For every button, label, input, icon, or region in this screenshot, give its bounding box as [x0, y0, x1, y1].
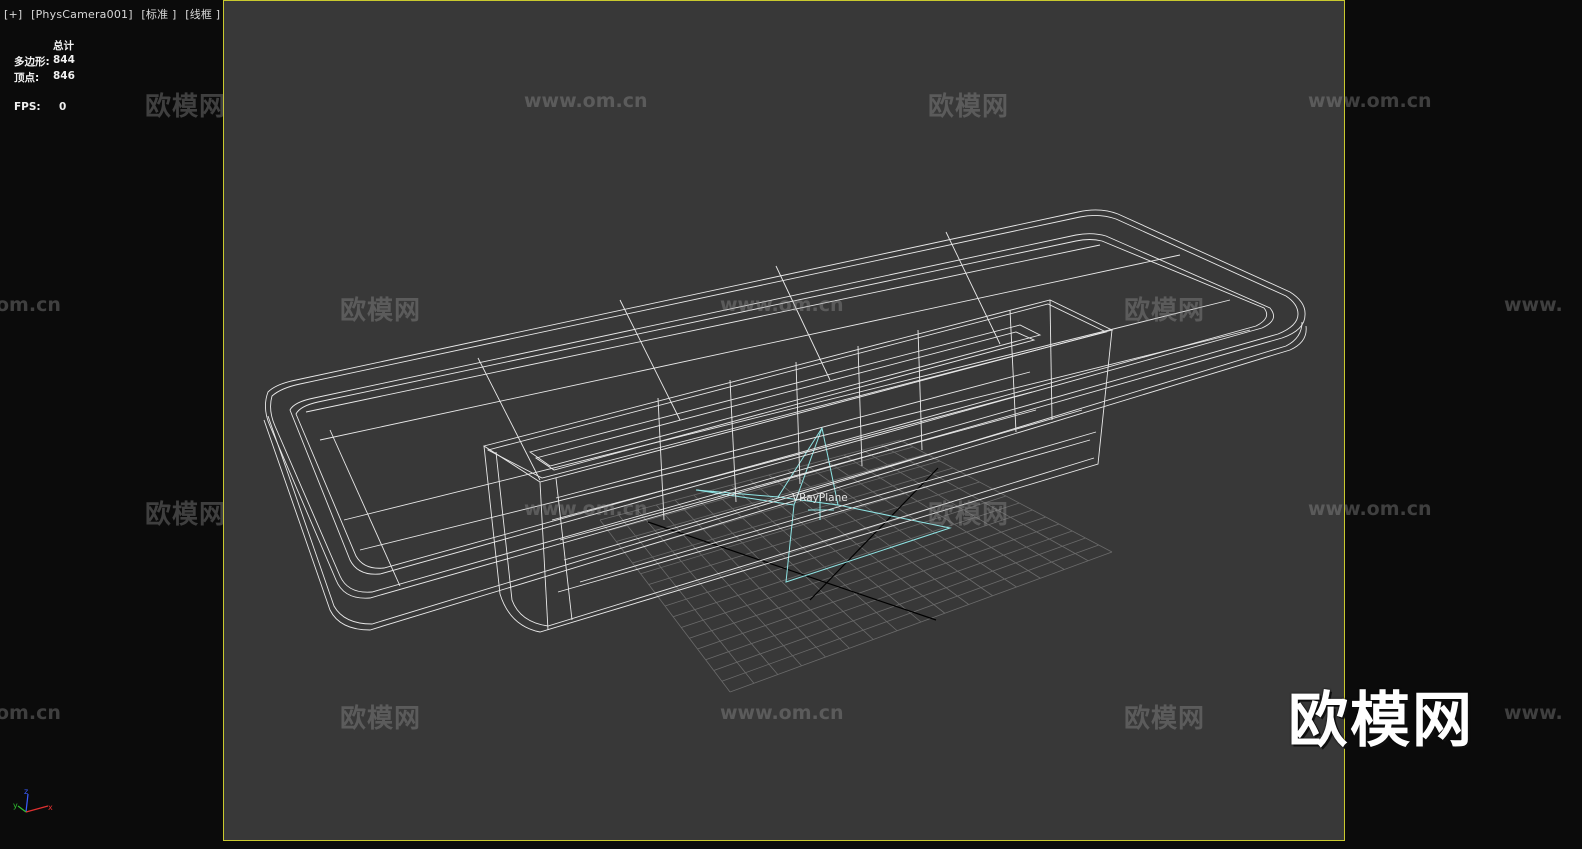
viewport-plus-menu[interactable]: [+] [4, 8, 22, 21]
polygons-label: 多边形: [14, 56, 50, 68]
watermark-url: www.om.cn [720, 294, 844, 316]
watermark-url: www. [1504, 702, 1563, 724]
svg-text:z: z [24, 787, 28, 796]
viewport-mode-menu[interactable]: [标准 ] [141, 8, 176, 21]
viewport-camera-menu[interactable]: [PhysCamera001] [31, 8, 133, 21]
vertices-label: 顶点: [14, 72, 40, 84]
watermark-cn: 欧模网 [928, 500, 1010, 530]
fps-value: 0 [59, 101, 67, 113]
watermark-cn: 欧模网 [1124, 296, 1206, 326]
stats-header: 总计 [53, 40, 74, 52]
watermark-url: om.cn [0, 702, 61, 724]
watermark-cn: 欧模网 [145, 500, 227, 530]
xyz-axis-tripod-icon: z x y [13, 787, 53, 813]
viewport-label[interactable]: [+] [PhysCamera001] [标准 ] [线框 ] [4, 6, 225, 22]
svg-text:x: x [48, 803, 53, 812]
watermark-url: www.om.cn [1308, 498, 1432, 520]
viewport-shading-menu[interactable]: [线框 ] [185, 8, 220, 21]
vertices-value: 846 [53, 70, 75, 82]
svg-text:y: y [13, 801, 18, 810]
watermark-cn: 欧模网 [145, 92, 227, 122]
watermark-url: www.om.cn [1308, 90, 1432, 112]
watermark-url: www.om.cn [720, 702, 844, 724]
brand-logo: 欧模网 [1288, 686, 1474, 756]
watermark-cn: 欧模网 [340, 704, 422, 734]
fps-label: FPS: [14, 101, 41, 113]
watermark-cn: 欧模网 [928, 92, 1010, 122]
watermark-url: www. [1504, 294, 1563, 316]
watermark-cn: 欧模网 [1124, 704, 1206, 734]
viewport[interactable]: [+] [PhysCamera001] [标准 ] [线框 ] 总计 多边形: … [0, 0, 1582, 849]
watermark-url: www.om.cn [524, 90, 648, 112]
watermark-cn: 欧模网 [340, 296, 422, 326]
watermark-url: om.cn [0, 294, 61, 316]
vrayplane-object-label[interactable]: VRayPlane [792, 492, 848, 504]
polygons-value: 844 [53, 54, 75, 66]
watermark-url: www.om.cn [524, 498, 648, 520]
